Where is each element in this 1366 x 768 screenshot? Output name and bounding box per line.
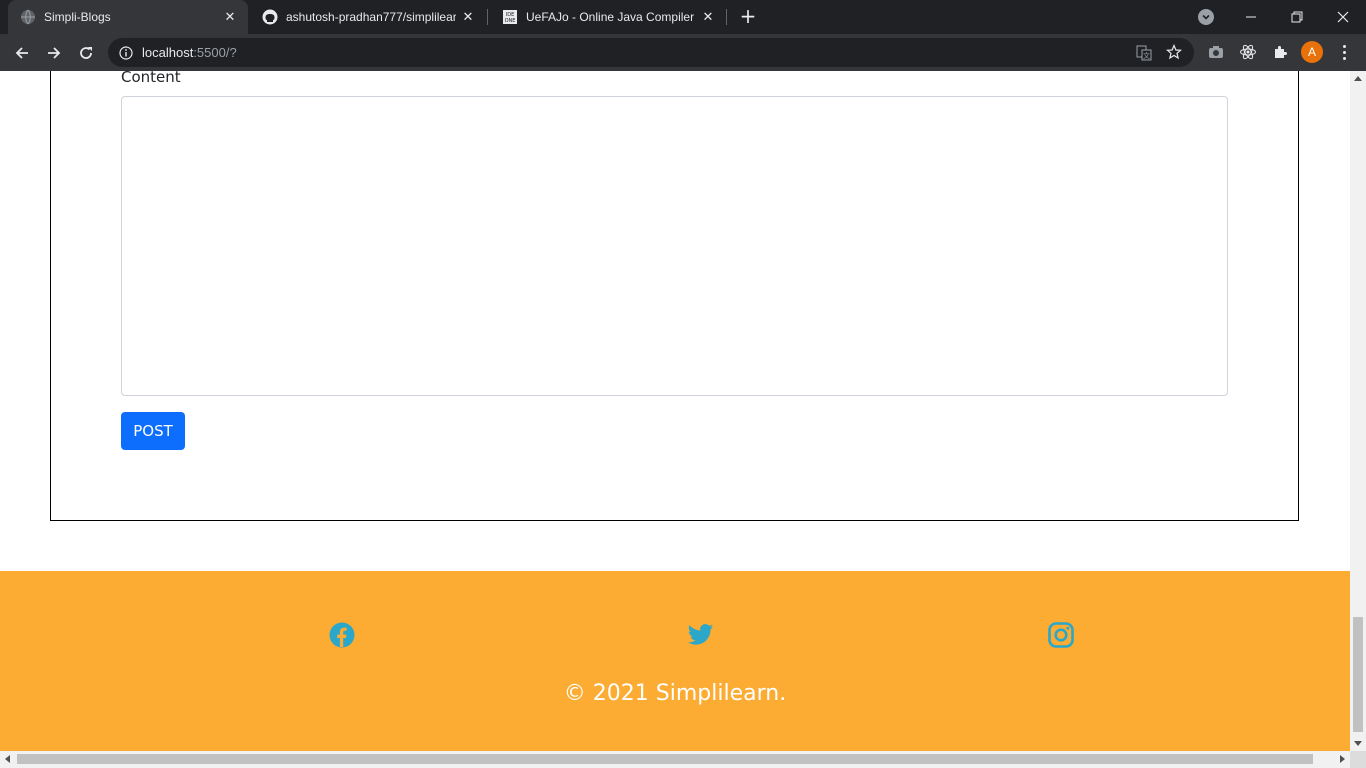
browser-menu-icon[interactable] xyxy=(1334,41,1354,63)
new-tab-button[interactable]: + xyxy=(738,6,758,27)
horizontal-scrollbar[interactable] xyxy=(0,751,1350,768)
extensions-puzzle-icon[interactable] xyxy=(1270,42,1290,62)
github-icon xyxy=(262,9,278,25)
tab-search-icon[interactable] xyxy=(1198,9,1214,25)
tab-separator xyxy=(487,9,488,25)
tab-title: UeFAJo - Online Java Compiler & IDE xyxy=(526,10,696,24)
close-window-icon[interactable] xyxy=(1320,0,1366,34)
vertical-scroll-thumb[interactable] xyxy=(1353,617,1363,732)
scroll-left-arrow-icon[interactable] xyxy=(5,755,10,763)
reload-icon[interactable] xyxy=(74,41,98,65)
ide-icon: IDE ONE xyxy=(502,9,518,25)
react-devtools-icon[interactable] xyxy=(1238,42,1258,62)
bookmark-star-icon[interactable] xyxy=(1165,43,1183,64)
url-text: localhost:5500/? xyxy=(142,45,237,60)
vertical-scrollbar[interactable] xyxy=(1350,71,1366,751)
back-arrow-icon[interactable] xyxy=(10,41,34,65)
tab-strip: Simpli-Blogs ✕ ashutosh-pradhan777/simpl… xyxy=(0,0,1366,34)
tab-title: ashutosh-pradhan777/simplilearn xyxy=(286,10,456,24)
close-tab-icon[interactable]: ✕ xyxy=(222,9,238,25)
globe-icon xyxy=(20,9,36,25)
site-footer: © 2021 Simplilearn. xyxy=(0,571,1350,751)
address-bar[interactable]: localhost:5500/? 文 xyxy=(108,38,1194,67)
close-tab-icon[interactable]: ✕ xyxy=(700,9,716,25)
restore-icon[interactable] xyxy=(1274,0,1320,34)
svg-text:ONE: ONE xyxy=(505,18,516,24)
close-tab-icon[interactable]: ✕ xyxy=(460,9,476,25)
svg-text:文: 文 xyxy=(1143,51,1150,60)
horizontal-scroll-thumb[interactable] xyxy=(17,754,1313,764)
twitter-icon[interactable] xyxy=(687,621,715,649)
tab-separator xyxy=(726,9,727,25)
scroll-right-arrow-icon[interactable] xyxy=(1340,755,1345,763)
camera-extension-icon[interactable] xyxy=(1206,42,1226,62)
tab-title: Simpli-Blogs xyxy=(44,10,111,24)
tab-online-java-compiler[interactable]: IDEONE UeFAJo - Online Java Compiler & I… xyxy=(490,0,726,34)
site-info-icon[interactable] xyxy=(119,45,133,60)
content-label: Content xyxy=(121,71,181,86)
minimize-icon[interactable] xyxy=(1228,0,1274,34)
page-viewport: Content POST © 2021 Simplilearn. xyxy=(0,71,1350,751)
copyright-text: © 2021 Simplilearn. xyxy=(563,681,787,706)
forward-arrow-icon[interactable] xyxy=(42,41,66,65)
facebook-icon[interactable] xyxy=(328,621,356,649)
scrollbar-corner xyxy=(1350,751,1366,768)
post-button[interactable]: POST xyxy=(121,412,185,450)
browser-toolbar: localhost:5500/? 文 xyxy=(0,34,1366,71)
scroll-up-arrow-icon[interactable] xyxy=(1354,76,1362,81)
tab-simpli-blogs[interactable]: Simpli-Blogs ✕ xyxy=(8,0,248,34)
tab-github[interactable]: ashutosh-pradhan777/simplilearn ✕ xyxy=(250,0,486,34)
profile-avatar[interactable]: A xyxy=(1301,41,1323,63)
scroll-down-arrow-icon[interactable] xyxy=(1354,741,1362,746)
instagram-icon[interactable] xyxy=(1047,621,1075,649)
content-textarea[interactable] xyxy=(121,96,1228,396)
translate-icon[interactable]: 文 xyxy=(1136,45,1152,65)
